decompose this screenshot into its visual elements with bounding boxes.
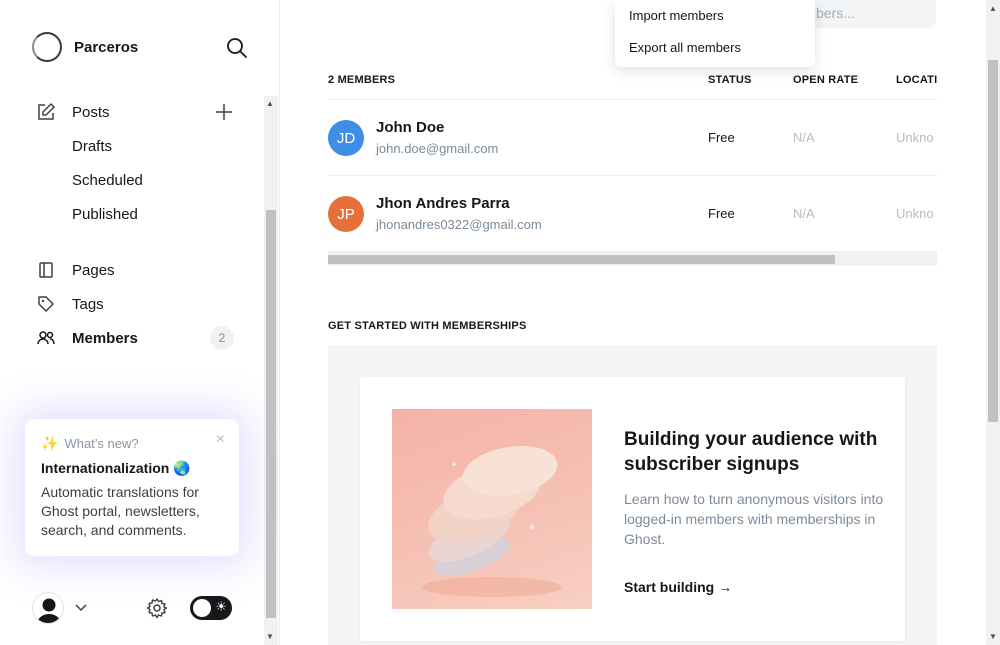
table-row[interactable]: JD John Doe john.doe@gmail.com Free N/A … — [328, 100, 937, 176]
member-email: jhonandres0322@gmail.com — [376, 217, 542, 232]
get-started-title: GET STARTED WITH MEMBERSHIPS — [328, 320, 527, 332]
sidebar-item-label: Pages — [72, 261, 115, 279]
member-avatar: JD — [328, 120, 364, 156]
chevron-down-icon[interactable] — [74, 600, 88, 619]
member-open-rate: N/A — [793, 130, 815, 145]
members-table: 2 MEMBERS STATUS OPEN RATE LOCATI JD Joh… — [328, 72, 937, 252]
whats-new-header: ✨ What’s new? — [41, 435, 223, 452]
scroll-up-icon[interactable]: ▲ — [266, 99, 274, 108]
sun-icon: ☀ — [215, 599, 227, 614]
main-content: bers... Import members Export all member… — [280, 0, 986, 645]
scroll-down-icon[interactable]: ▼ — [266, 632, 274, 641]
memberships-illustration — [392, 409, 592, 609]
table-horizontal-scrollbar[interactable] — [328, 252, 937, 266]
member-status: Free — [708, 130, 735, 145]
sidebar-item-members[interactable]: Members 2 — [36, 321, 236, 355]
sidebar-item-scheduled[interactable]: Scheduled — [36, 163, 236, 197]
scroll-up-icon[interactable]: ▲ — [989, 4, 997, 13]
brand-logo-icon — [32, 32, 62, 62]
sidebar-footer: ☀ — [32, 592, 242, 624]
add-post-icon[interactable] — [214, 102, 234, 122]
sidebar-item-label: Posts — [72, 103, 110, 121]
page-icon — [36, 260, 56, 280]
brand-name: Parceros — [74, 38, 139, 56]
member-name: John Doe — [376, 119, 445, 136]
sidebar-item-tags[interactable]: Tags — [36, 287, 236, 321]
whats-new-body: Automatic translations for Ghost portal,… — [41, 484, 200, 538]
sidebar-item-published[interactable]: Published — [36, 197, 236, 231]
whats-new-label: What’s new? — [64, 436, 139, 451]
sidebar-item-pages[interactable]: Pages — [36, 253, 236, 287]
sidebar-item-label: Scheduled — [72, 171, 143, 189]
member-open-rate: N/A — [793, 206, 815, 221]
sidebar-item-label: Members — [72, 329, 138, 347]
page-scroll-thumb[interactable] — [988, 60, 998, 422]
get-started-card: Building your audience with subscriber s… — [360, 377, 905, 641]
get-started-panel: Building your audience with subscriber s… — [328, 345, 937, 645]
tag-icon — [36, 294, 56, 314]
sidebar: Parceros Posts Drafts Scheduled Publishe… — [0, 0, 280, 645]
location-column-header[interactable]: LOCATI — [896, 74, 937, 86]
sidebar-item-posts[interactable]: Posts — [36, 95, 236, 129]
sidebar-item-drafts[interactable]: Drafts — [36, 129, 236, 163]
table-scroll-thumb[interactable] — [328, 255, 835, 264]
sparkle-icon: ✨ — [41, 435, 59, 451]
import-members-item[interactable]: Import members — [629, 6, 801, 38]
brand[interactable]: Parceros — [32, 32, 138, 62]
search-icon[interactable] — [225, 36, 249, 60]
actions-menu: Import members Export all members — [615, 0, 815, 67]
members-count-badge: 2 — [210, 326, 234, 350]
status-column-header[interactable]: STATUS — [708, 74, 752, 86]
members-count-header: 2 MEMBERS — [328, 74, 396, 86]
sidebar-nav: Posts Drafts Scheduled Published Pages T… — [36, 95, 236, 355]
sidebar-item-label: Drafts — [72, 137, 113, 155]
member-location: Unkno — [896, 130, 934, 145]
table-row[interactable]: JP Jhon Andres Parra jhonandres0322@gmai… — [328, 176, 937, 252]
avatar[interactable] — [32, 592, 64, 624]
sidebar-item-label: Published — [72, 205, 138, 223]
sidebar-item-label: Tags — [72, 295, 104, 313]
pen-icon — [36, 102, 56, 122]
close-icon[interactable]: × — [216, 431, 225, 449]
scroll-down-icon[interactable]: ▼ — [989, 632, 997, 641]
members-icon — [36, 328, 56, 348]
get-started-heading: Building your audience with subscriber s… — [624, 429, 878, 475]
gear-icon[interactable] — [146, 597, 168, 624]
member-location: Unkno — [896, 206, 934, 221]
page-scrollbar[interactable]: ▲ ▼ — [986, 0, 1000, 645]
member-avatar: JP — [328, 196, 364, 232]
open-rate-column-header[interactable]: OPEN RATE — [793, 74, 858, 86]
whats-new-title: Internationalization 🌏 — [41, 460, 191, 476]
start-building-link[interactable]: Start building → — [624, 579, 732, 595]
get-started-description: Learn how to turn anonymous visitors int… — [624, 491, 884, 547]
sidebar-scroll-thumb[interactable] — [266, 210, 276, 618]
member-email: john.doe@gmail.com — [376, 141, 499, 156]
table-header: 2 MEMBERS STATUS OPEN RATE LOCATI — [328, 72, 937, 100]
member-status: Free — [708, 206, 735, 221]
member-name: Jhon Andres Parra — [376, 195, 510, 212]
export-members-item[interactable]: Export all members — [629, 38, 801, 70]
whats-new-card[interactable]: ✨ What’s new? × Internationalization 🌏 A… — [25, 419, 239, 556]
toggle-knob — [193, 599, 211, 617]
search-input[interactable]: bers... — [808, 0, 936, 28]
app-root: Parceros Posts Drafts Scheduled Publishe… — [0, 0, 1000, 645]
theme-toggle[interactable]: ☀ — [190, 596, 232, 620]
